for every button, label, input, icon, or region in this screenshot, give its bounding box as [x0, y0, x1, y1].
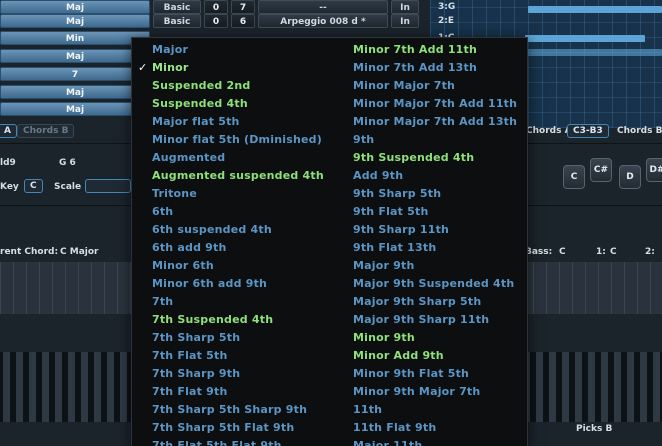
menu-item[interactable]: 9th Sharp 5th: [353, 185, 517, 203]
menu-item[interactable]: 6th: [152, 203, 324, 221]
menu-item[interactable]: 7th Flat 5th: [152, 347, 324, 365]
chord-name-cell[interactable]: Maj: [0, 85, 150, 99]
menu-item[interactable]: 6th suspended 4th: [152, 221, 324, 239]
pattern-cell[interactable]: --: [258, 0, 388, 14]
chord-num-cell[interactable]: 0: [204, 0, 228, 14]
menu-item[interactable]: Add 9th: [353, 167, 517, 185]
track-bar: [525, 35, 645, 42]
pattern-cell[interactable]: Arpeggio 008 d *: [258, 14, 388, 28]
chord-num-cell[interactable]: 0: [204, 14, 228, 28]
chords-a-left[interactable]: A: [0, 124, 17, 138]
menu-item[interactable]: Minor Add 9th: [353, 347, 517, 365]
scale-label: Scale: [54, 182, 82, 192]
bass-1-label: 1:: [596, 247, 606, 257]
chord-name-cell[interactable]: 7: [0, 67, 150, 81]
menu-item[interactable]: 7th Flat 9th: [152, 383, 324, 401]
slot-label: 2:E: [438, 16, 455, 26]
menu-item[interactable]: Tritone: [152, 185, 324, 203]
menu-item[interactable]: Major 9th Suspended 4th: [353, 275, 517, 293]
menu-item[interactable]: Minor 9th Flat 5th: [353, 365, 517, 383]
menu-item[interactable]: 9th Sharp 11th: [353, 221, 517, 239]
menu-item[interactable]: Minor Major 7th: [353, 77, 517, 95]
menu-item[interactable]: Major flat 5th: [152, 113, 324, 131]
menu-item[interactable]: 7th Sharp 5th: [152, 329, 324, 347]
menu-item[interactable]: Minor 7th Add 13th: [353, 59, 517, 77]
menu-item[interactable]: Major: [152, 41, 324, 59]
chord-name-cell[interactable]: Maj: [0, 49, 150, 63]
menu-item[interactable]: Suspended 2nd: [152, 77, 324, 95]
menu-item[interactable]: 7th Sharp 5th Sharp 9th: [152, 401, 324, 419]
chord-row: Maj Basic 0 6 Arpeggio 008 d * In: [0, 14, 422, 28]
slot-label: 3:G: [438, 2, 456, 12]
menu-item[interactable]: Major 9th Sharp 11th: [353, 311, 517, 329]
menu-item[interactable]: Augmented suspended 4th: [152, 167, 324, 185]
checkmark-icon: ✓: [138, 61, 148, 74]
chord-row: Maj Basic 0 7 -- In: [0, 0, 422, 14]
chords-range[interactable]: C3-B3: [567, 124, 609, 138]
direction-cell[interactable]: In: [391, 14, 419, 28]
menu-item[interactable]: Minor Major 7th Add 11th: [353, 95, 517, 113]
menu-item[interactable]: Minor 6th: [152, 257, 324, 275]
direction-cell[interactable]: In: [391, 0, 419, 14]
chord-type-dropdown-menu[interactable]: ✓ Major Minor Suspended 2nd Suspended 4th Ma…: [131, 37, 528, 446]
chord-type-cell[interactable]: Basic: [153, 0, 201, 14]
chord-name-cell[interactable]: Maj: [0, 0, 150, 14]
chord-name-cell[interactable]: Maj: [0, 14, 150, 28]
menu-item[interactable]: 7th: [152, 293, 324, 311]
menu-column-right: Minor 7th Add 11th Minor 7th Add 13th Mino…: [353, 41, 517, 446]
picks-b-label: Picks B: [576, 424, 613, 434]
menu-item[interactable]: Minor flat 5th (Dminished): [152, 131, 324, 149]
menu-item[interactable]: 11th: [353, 401, 517, 419]
key-button[interactable]: D: [619, 165, 641, 189]
key-button[interactable]: C: [563, 165, 585, 189]
menu-item[interactable]: 9th Flat 13th: [353, 239, 517, 257]
bass-2-label: 2:: [645, 247, 655, 257]
chord-name-cell[interactable]: Min: [0, 31, 150, 45]
current-chord-label: rent Chord:: [0, 247, 59, 257]
menu-item[interactable]: 9th Suspended 4th: [353, 149, 517, 167]
menu-item[interactable]: Minor Major 7th Add 13th: [353, 113, 517, 131]
menu-item[interactable]: Major 9th: [353, 257, 517, 275]
key-label: Key: [0, 182, 19, 192]
key-select[interactable]: C: [24, 179, 43, 193]
track-bar: [525, 49, 662, 56]
menu-item[interactable]: 7th Suspended 4th: [152, 311, 324, 329]
menu-item[interactable]: 11th Flat 9th: [353, 419, 517, 437]
menu-item[interactable]: 7th Sharp 5th Flat 9th: [152, 419, 324, 437]
chords-b-right-label: Chords B: [617, 126, 662, 136]
menu-item[interactable]: Minor 9th Major 7th: [353, 383, 517, 401]
menu-item[interactable]: 6th add 9th: [152, 239, 324, 257]
track-bar: [528, 6, 662, 13]
menu-item[interactable]: 9th Flat 5th: [353, 203, 517, 221]
menu-item[interactable]: 7th Sharp 9th: [152, 365, 324, 383]
chord-name-1: ld9: [0, 158, 16, 168]
chord-name-2: G 6: [59, 158, 76, 168]
menu-item[interactable]: Minor 6th add 9th: [152, 275, 324, 293]
chords-b-left[interactable]: Chords B: [17, 124, 75, 138]
key-button[interactable]: C#: [590, 158, 612, 182]
menu-item[interactable]: Minor 7th Add 11th: [353, 41, 517, 59]
bass-label: Bass:: [525, 247, 553, 257]
menu-item[interactable]: Minor 9th: [353, 329, 517, 347]
chords-a-right-label: Chords A: [526, 126, 572, 136]
bass-value: C: [559, 247, 566, 257]
scale-select[interactable]: [85, 179, 131, 193]
chord-name-cell[interactable]: Maj: [0, 102, 150, 116]
pattern-index-cell[interactable]: 7: [231, 0, 255, 14]
menu-item[interactable]: Minor: [152, 59, 324, 77]
bass-1-value: C: [610, 247, 617, 257]
menu-column-left: Major Minor Suspended 2nd Suspended 4th Majo…: [152, 41, 324, 446]
current-chord-value: C Major: [60, 247, 99, 257]
key-button[interactable]: D#: [646, 158, 662, 182]
menu-item[interactable]: Major 9th Sharp 5th: [353, 293, 517, 311]
menu-item[interactable]: Augmented: [152, 149, 324, 167]
menu-item[interactable]: Suspended 4th: [152, 95, 324, 113]
menu-item[interactable]: 9th: [353, 131, 517, 149]
pattern-index-cell[interactable]: 6: [231, 14, 255, 28]
chord-type-cell[interactable]: Basic: [153, 14, 201, 28]
